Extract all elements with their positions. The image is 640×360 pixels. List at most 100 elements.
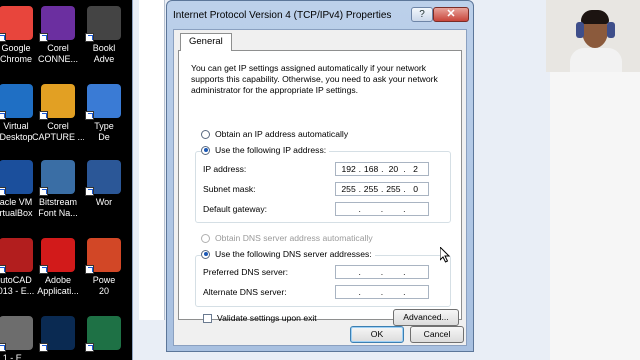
shortcut-arrow-icon (0, 343, 6, 352)
radio-use-static-dns-label: Use the following DNS server addresses: (215, 249, 372, 259)
desktop-shortcut-label: Wor (95, 197, 113, 207)
ip-octet-3: 20 (388, 164, 399, 174)
general-tab-panel: You can get IP settings assigned automat… (178, 50, 462, 326)
subnet-octet-1: 255 (341, 184, 356, 194)
shortcut-arrow-icon (85, 265, 94, 274)
radio-obtain-dns-auto[interactable]: Obtain DNS server address automatically (201, 233, 373, 243)
desktop-shortcut[interactable]: Corel CONNE... (32, 6, 84, 65)
desktop-shortcut-label: Bookl Adve (92, 43, 116, 64)
radio-use-static-ip[interactable]: Use the following IP address: (201, 145, 330, 155)
bitstream-icon[interactable] (39, 160, 75, 196)
desktop-shortcut-label: Corel CONNE... (37, 43, 78, 64)
radio-obtain-ip-auto[interactable]: Obtain an IP address automatically (201, 129, 348, 139)
dialog-client-area: General You can get IP settings assigned… (173, 29, 467, 346)
help-button[interactable]: ? (411, 7, 433, 22)
headphone-left-icon (576, 22, 584, 38)
desktop-shortcut[interactable]: Bookl Adve (78, 6, 130, 65)
desktop-shortcut[interactable]: Type De (78, 84, 130, 143)
shortcut-arrow-icon (0, 265, 6, 274)
shortcut-arrow-icon (0, 187, 6, 196)
desktop-shortcut[interactable]: Wor (78, 160, 130, 208)
default-gateway-input[interactable]: . . . (335, 202, 429, 216)
alternate-dns-input[interactable]: . . . (335, 285, 429, 299)
shortcut-arrow-icon (0, 111, 6, 120)
radio-button-disabled-icon[interactable] (201, 233, 210, 243)
webcam-person-hair (581, 10, 609, 24)
preferred-dns-label: Preferred DNS server: (203, 267, 289, 277)
desktop-shortcut-label: Bitstream Font Na... (38, 197, 78, 218)
word-icon[interactable] (85, 160, 121, 196)
desktop-shortcut[interactable] (32, 316, 84, 352)
ip-octet-4: 2 (413, 164, 418, 174)
corel-connect-icon[interactable] (39, 6, 75, 42)
powerpoint-icon[interactable] (85, 238, 121, 274)
radio-obtain-dns-auto-label: Obtain DNS server address automatically (215, 233, 373, 243)
ip-address-input[interactable]: 192. 168. 20. 2 (335, 162, 429, 176)
desktop-shortcut[interactable]: Corel CAPTURE ... (32, 84, 84, 143)
desktop-shortcut[interactable]: Bitstream Font Na... (32, 160, 84, 219)
webcam-overlay (546, 0, 640, 72)
preferred-dns-input[interactable]: . . . (335, 265, 429, 279)
app-icon[interactable] (0, 316, 33, 352)
background-window-pane (139, 0, 165, 320)
ip-octet-1: 192 (341, 164, 356, 174)
shortcut-arrow-icon (85, 187, 94, 196)
desktop-shortcut[interactable]: Powe 20 (78, 238, 130, 297)
excel-icon[interactable] (85, 316, 121, 352)
dialog-title: Internet Protocol Version 4 (TCP/IPv4) P… (173, 10, 392, 21)
radio-obtain-ip-auto-label: Obtain an IP address automatically (215, 129, 349, 139)
chrome-icon[interactable] (0, 6, 33, 42)
subnet-mask-input[interactable]: 255. 255. 255. 0 (335, 182, 429, 196)
ok-button[interactable]: OK (350, 326, 404, 343)
shortcut-arrow-icon (39, 111, 48, 120)
subnet-octet-2: 255 (363, 184, 379, 194)
mouse-pointer-icon (440, 247, 450, 263)
advanced-button[interactable]: Advanced... (393, 309, 459, 326)
webcam-person-body (570, 48, 622, 72)
monitor-icon[interactable] (0, 84, 33, 120)
shortcut-arrow-icon (39, 33, 48, 42)
desktop-shortcut-label: 1 - E... (2, 353, 30, 360)
radio-button-icon[interactable] (201, 129, 210, 139)
validate-settings-label: Validate settings upon exit (217, 313, 317, 323)
corel-capture-icon[interactable] (39, 84, 75, 120)
book-icon[interactable] (85, 6, 121, 42)
type-icon[interactable] (85, 84, 121, 120)
validate-settings-checkbox[interactable]: Validate settings upon exit (203, 313, 317, 323)
headphone-right-icon (607, 22, 615, 38)
subnet-octet-3: 255 (386, 184, 401, 194)
radio-button-selected-icon[interactable] (201, 249, 210, 259)
shortcut-arrow-icon (85, 33, 94, 42)
shortcut-arrow-icon (85, 111, 94, 120)
desktop-shortcut-label: Powe 20 (92, 275, 116, 296)
close-button[interactable]: ✕ (433, 7, 469, 22)
radio-button-selected-icon[interactable] (201, 145, 210, 155)
default-gateway-label: Default gateway: (203, 204, 268, 214)
desktop-shortcut-label: Adobe Applicati... (37, 275, 79, 296)
alternate-dns-label: Alternate DNS server: (203, 287, 287, 297)
tab-general[interactable]: General (180, 33, 232, 51)
photoshop-icon[interactable] (39, 316, 75, 352)
radio-use-static-ip-label: Use the following IP address: (215, 145, 327, 155)
description-text: You can get IP settings assigned automat… (191, 63, 438, 95)
ipv4-properties-dialog: Internet Protocol Version 4 (TCP/IPv4) P… (166, 0, 474, 352)
checkbox-icon[interactable] (203, 313, 212, 323)
radio-use-static-dns[interactable]: Use the following DNS server addresses: (201, 249, 375, 259)
adobe-icon[interactable] (39, 238, 75, 274)
virtualbox-icon[interactable] (0, 160, 33, 196)
shortcut-arrow-icon (39, 187, 48, 196)
ip-address-label: IP address: (203, 164, 247, 174)
desktop-shortcut-label: Type De (94, 121, 114, 142)
dialog-titlebar[interactable]: Internet Protocol Version 4 (TCP/IPv4) P… (167, 1, 473, 29)
shortcut-arrow-icon (39, 343, 48, 352)
shortcut-arrow-icon (39, 265, 48, 274)
desktop-shortcut[interactable] (78, 316, 130, 352)
ip-octet-2: 168 (363, 164, 379, 174)
dns-server-group (195, 255, 451, 307)
desktop-shortcut[interactable]: Adobe Applicati... (32, 238, 84, 297)
shortcut-arrow-icon (85, 343, 94, 352)
autocad-icon[interactable] (0, 238, 33, 274)
subnet-octet-4: 0 (413, 184, 418, 194)
shortcut-arrow-icon (0, 33, 6, 42)
cancel-button[interactable]: Cancel (410, 326, 464, 343)
